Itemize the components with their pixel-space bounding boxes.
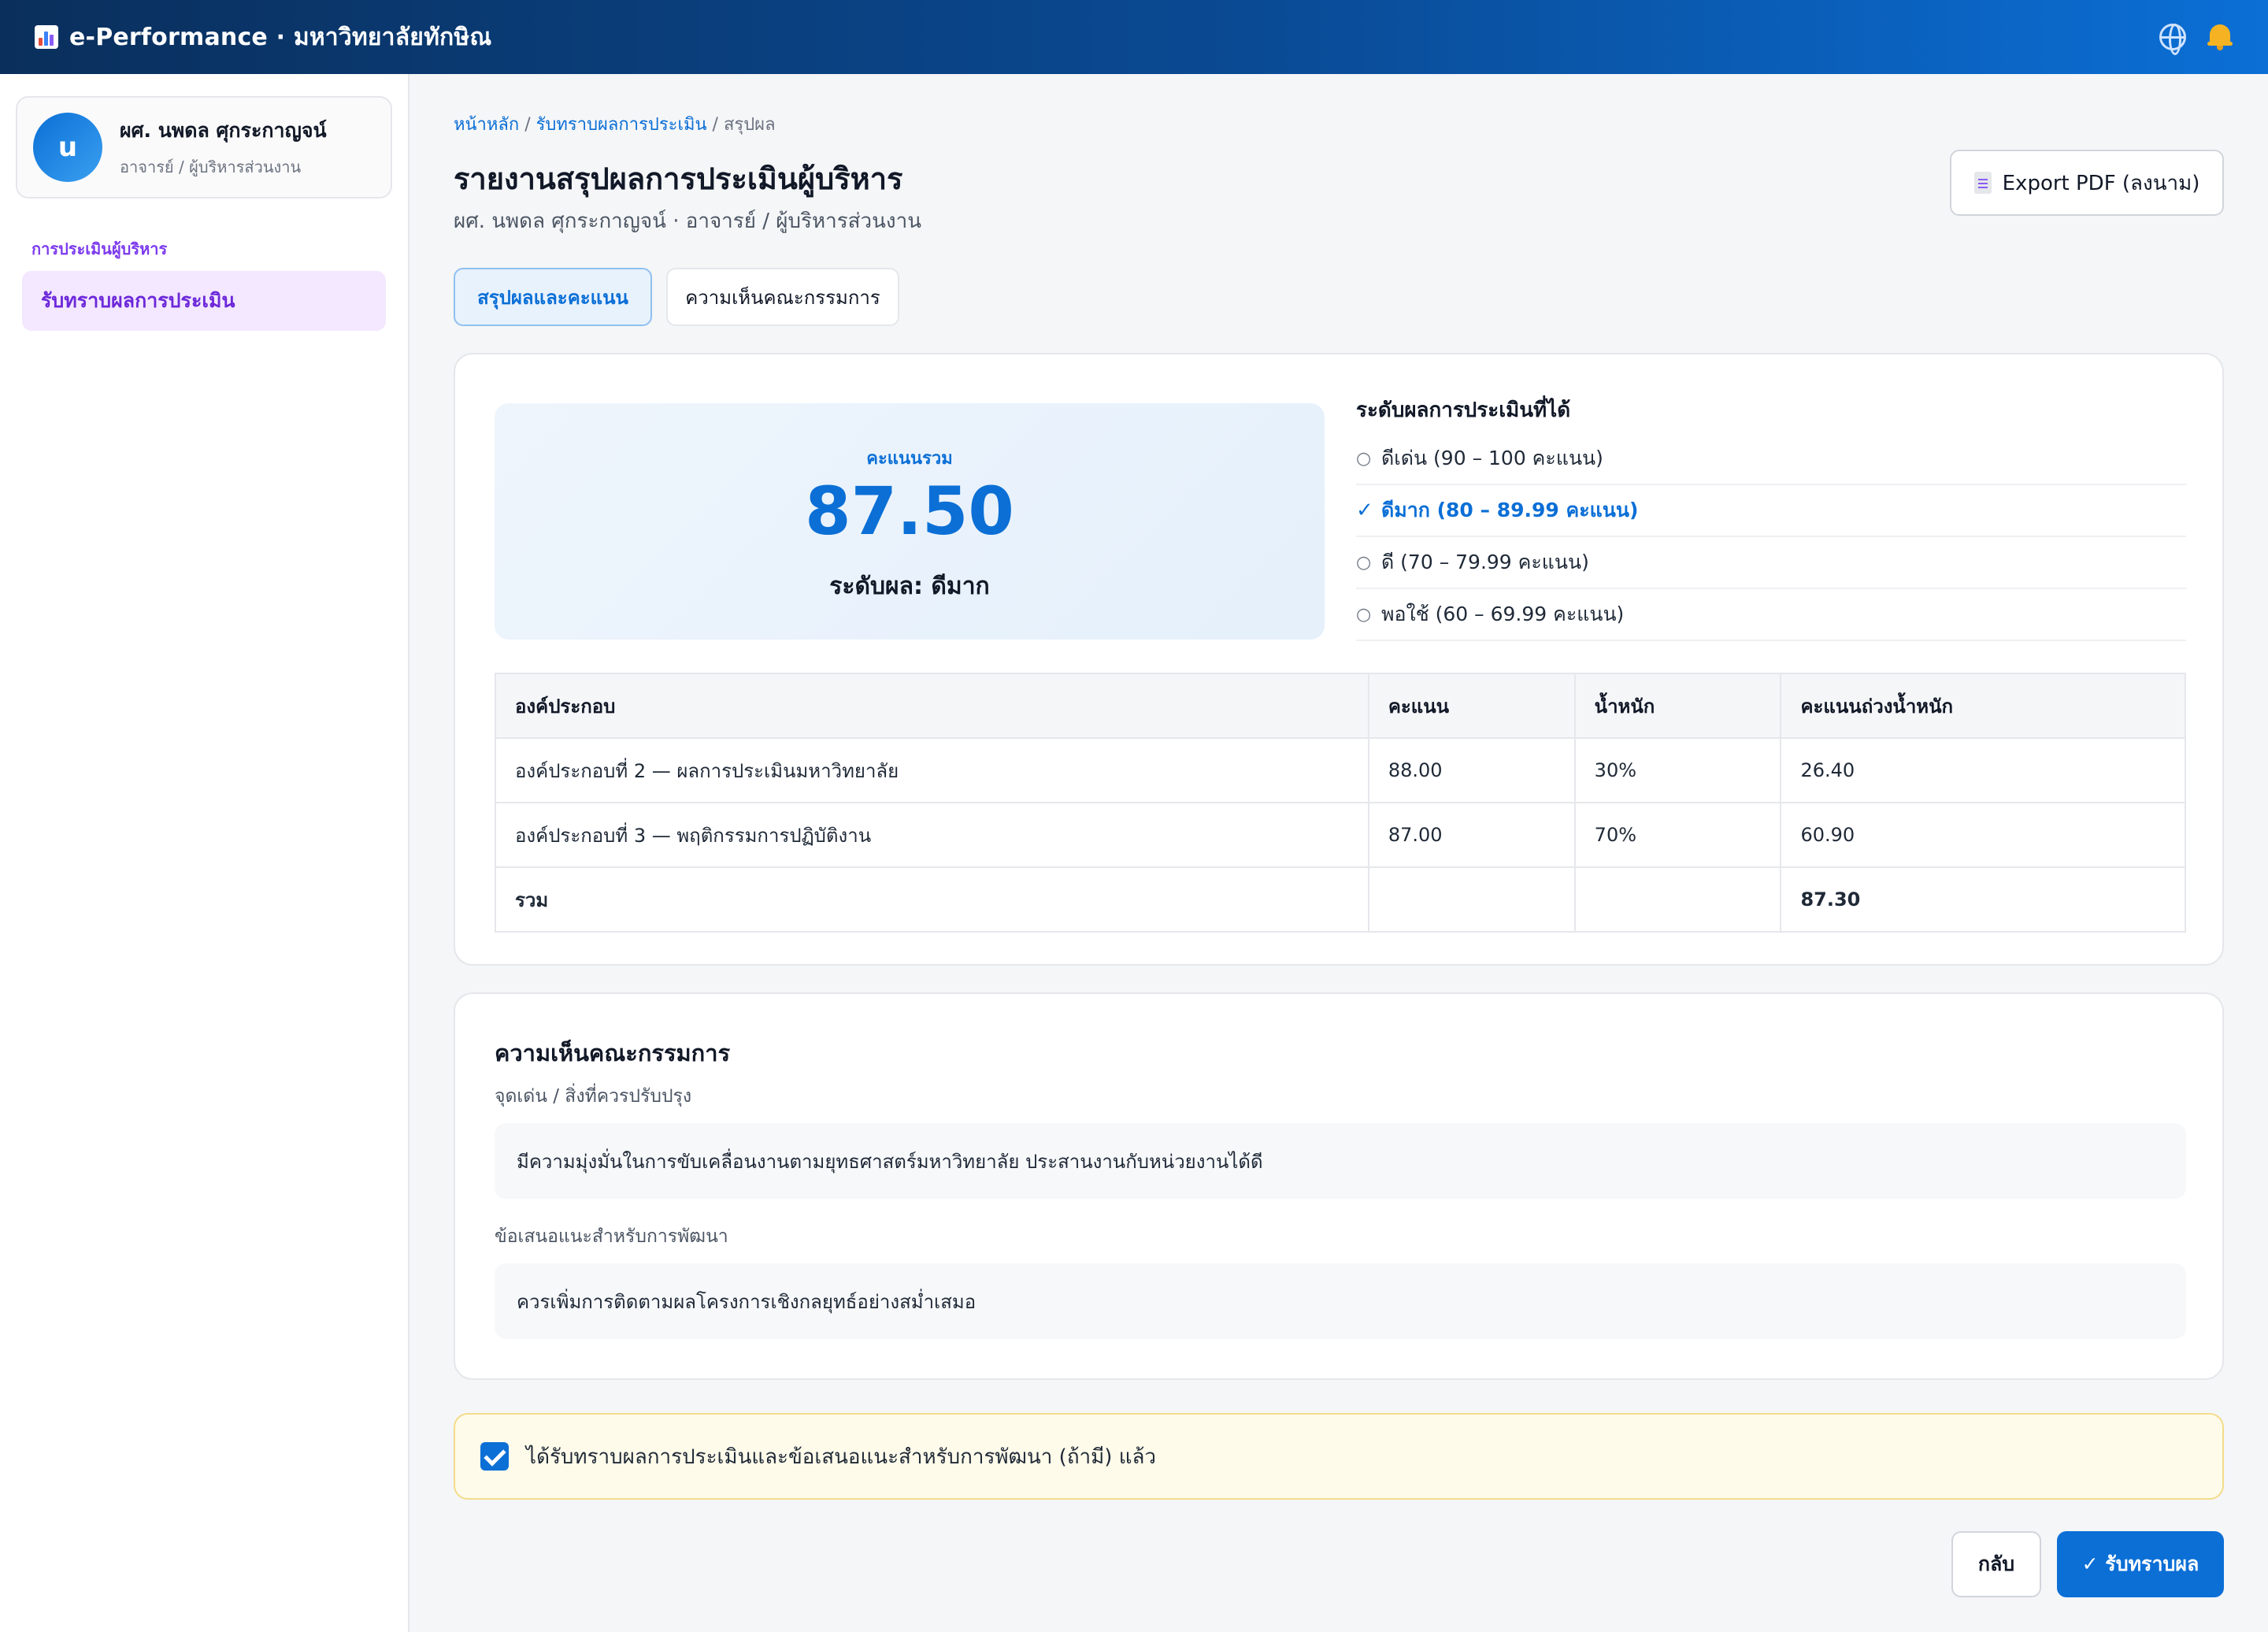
circle-icon: ○ xyxy=(1356,604,1372,625)
committee-title: ความเห็นคณะกรรมการ xyxy=(495,1040,731,1066)
summary-card: คะแนนรวม 87.50 ระดับผล: ดีมาก ระดับผลการ… xyxy=(454,353,2224,966)
sidebar: u ผศ. นพดล ศุกระกาญจน์ อาจารย์ / ผู้บริห… xyxy=(0,74,410,1632)
table-cell: 30% xyxy=(1573,737,1782,803)
score-level: ระดับผล: ดีมาก xyxy=(829,573,990,600)
level-item-label: พอใช้ (60 – 69.99 คะแนน) xyxy=(1381,603,1625,625)
acknowledge-row[interactable]: ได้รับทราบผลการประเมินและข้อเสนอแนะสำหรั… xyxy=(454,1413,2224,1500)
check-icon: ✓ xyxy=(1356,499,1373,522)
table-header: คะแนนถ่วงน้ำหนัก xyxy=(1780,673,2186,739)
breadcrumb-separator: / xyxy=(706,115,724,135)
app-brand[interactable]: e-Performance · มหาวิทยาลัยทักษิณ xyxy=(35,19,491,56)
table-cell: องค์ประกอบที่ 3 — พฤติกรรมการปฏิบัติงาน xyxy=(495,802,1369,868)
level-item: ○ พอใช้ (60 – 69.99 คะแนน) xyxy=(1356,589,2186,641)
breadcrumb-parent[interactable]: รับทราบผลการประเมิน xyxy=(536,115,707,135)
table-cell: 70% xyxy=(1573,802,1782,868)
chart-icon xyxy=(35,25,58,49)
component-score-table: องค์ประกอบ คะแนน น้ำหนัก คะแนนถ่วงน้ำหนั… xyxy=(495,673,2186,933)
globe-icon[interactable] xyxy=(2159,24,2186,55)
export-pdf-label: Export PDF (ลงนาม) xyxy=(2002,171,2200,195)
table-row: องค์ประกอบที่ 2 — ผลการประเมินมหาวิทยาลั… xyxy=(495,737,2186,803)
level-item-selected: ✓ ดีมาก (80 – 89.99 คะแนน) xyxy=(1356,485,2186,537)
tab-committee[interactable]: ความเห็นคณะกรรมการ xyxy=(666,268,899,326)
table-row: องค์ประกอบที่ 3 — พฤติกรรมการปฏิบัติงาน … xyxy=(495,802,2186,868)
circle-icon: ○ xyxy=(1356,552,1372,573)
acknowledge-label: ได้รับทราบผลการประเมินและข้อเสนอแนะสำหรั… xyxy=(526,1445,1156,1469)
document-icon xyxy=(1973,172,1992,194)
table-header: องค์ประกอบ xyxy=(495,673,1369,739)
level-item: ○ ดีเด่น (90 – 100 คะแนน) xyxy=(1356,433,2186,485)
user-role: อาจารย์ / ผู้บริหารส่วนงาน xyxy=(120,158,302,176)
level-item: ○ ดี (70 – 79.99 คะแนน) xyxy=(1356,537,2186,589)
table-cell: 88.00 xyxy=(1367,737,1576,803)
page-title: รายงานสรุปผลการประเมินผู้บริหาร xyxy=(454,161,903,196)
table-header: น้ำหนัก xyxy=(1573,673,1782,739)
table-total-row: รวม 87.30 xyxy=(495,866,2186,933)
user-card: u ผศ. นพดล ศุกระกาญจน์ อาจารย์ / ผู้บริห… xyxy=(16,96,392,198)
suggestion-text: ควรเพิ่มการติดตามผลโครงการเชิงกลยุทธ์อย่… xyxy=(495,1263,2186,1339)
user-info: ผศ. นพดล ศุกระกาญจน์ อาจารย์ / ผู้บริหาร… xyxy=(120,115,327,180)
breadcrumb: หน้าหลัก / รับทราบผลการประเมิน / สรุปผล xyxy=(454,110,776,138)
level-list-title: ระดับผลการประเมินที่ได้ xyxy=(1356,399,1571,422)
page-subtitle: ผศ. นพดล ศุกระกาญจน์ · อาจารย์ / ผู้บริห… xyxy=(454,210,921,233)
user-name: ผศ. นพดล ศุกระกาญจน์ xyxy=(120,119,327,142)
table-cell: 87.00 xyxy=(1367,802,1576,868)
total-score-value: 87.50 xyxy=(805,473,1014,550)
topbar-actions xyxy=(2159,23,2233,55)
top-bar: e-Performance · มหาวิทยาลัยทักษิณ xyxy=(0,0,2268,74)
table-cell: รวม xyxy=(495,866,1369,933)
breadcrumb-separator: / xyxy=(519,115,536,135)
sidebar-section-title: การประเมินผู้บริหาร xyxy=(32,239,168,258)
level-item-label: ดีเด่น (90 – 100 คะแนน) xyxy=(1381,447,1603,469)
tab-summary[interactable]: สรุปผลและคะแนน xyxy=(454,268,652,326)
export-pdf-button[interactable]: Export PDF (ลงนาม) xyxy=(1950,150,2224,216)
table-cell xyxy=(1573,866,1782,933)
strength-label: จุดเด่น / สิ่งที่ควรปรับปรุง xyxy=(495,1086,692,1107)
table-header: คะแนน xyxy=(1367,673,1576,739)
table-cell: 60.90 xyxy=(1780,802,2186,868)
committee-card: ความเห็นคณะกรรมการ จุดเด่น / สิ่งที่ควรป… xyxy=(454,992,2224,1380)
circle-icon: ○ xyxy=(1356,448,1372,469)
breadcrumb-home[interactable]: หน้าหลัก xyxy=(454,115,519,135)
acknowledge-button[interactable]: ✓ รับทราบผล xyxy=(2057,1531,2224,1597)
total-score-label: คะแนนรวม xyxy=(866,449,953,469)
app-title: e-Performance · มหาวิทยาลัยทักษิณ xyxy=(69,23,492,51)
back-button[interactable]: กลับ xyxy=(1951,1531,2041,1597)
acknowledge-checkbox[interactable] xyxy=(480,1442,509,1471)
table-cell: 26.40 xyxy=(1780,737,2186,803)
table-cell xyxy=(1367,866,1576,933)
breadcrumb-current: สรุปผล xyxy=(723,115,776,135)
level-item-label: ดีมาก (80 – 89.99 คะแนน) xyxy=(1381,499,1639,521)
suggestion-label: ข้อเสนอแนะสำหรับการพัฒนา xyxy=(495,1226,728,1247)
total-score-box: คะแนนรวม 87.50 ระดับผล: ดีมาก xyxy=(495,403,1325,640)
level-list: ระดับผลการประเมินที่ได้ ○ ดีเด่น (90 – 10… xyxy=(1356,394,2186,641)
table-header-row: องค์ประกอบ คะแนน น้ำหนัก คะแนนถ่วงน้ำหนั… xyxy=(495,673,2186,739)
table-cell: องค์ประกอบที่ 2 — ผลการประเมินมหาวิทยาลั… xyxy=(495,737,1369,803)
strength-text: มีความมุ่งมั่นในการขับเคลื่อนงานตามยุทธศ… xyxy=(495,1123,2186,1199)
bell-icon[interactable] xyxy=(2207,23,2233,51)
table-cell: 87.30 xyxy=(1780,866,2186,933)
level-item-label: ดี (70 – 79.99 คะแนน) xyxy=(1381,551,1589,573)
sidebar-item-acknowledge-results[interactable]: รับทราบผลการประเมิน xyxy=(22,271,386,331)
avatar: u xyxy=(33,113,102,182)
